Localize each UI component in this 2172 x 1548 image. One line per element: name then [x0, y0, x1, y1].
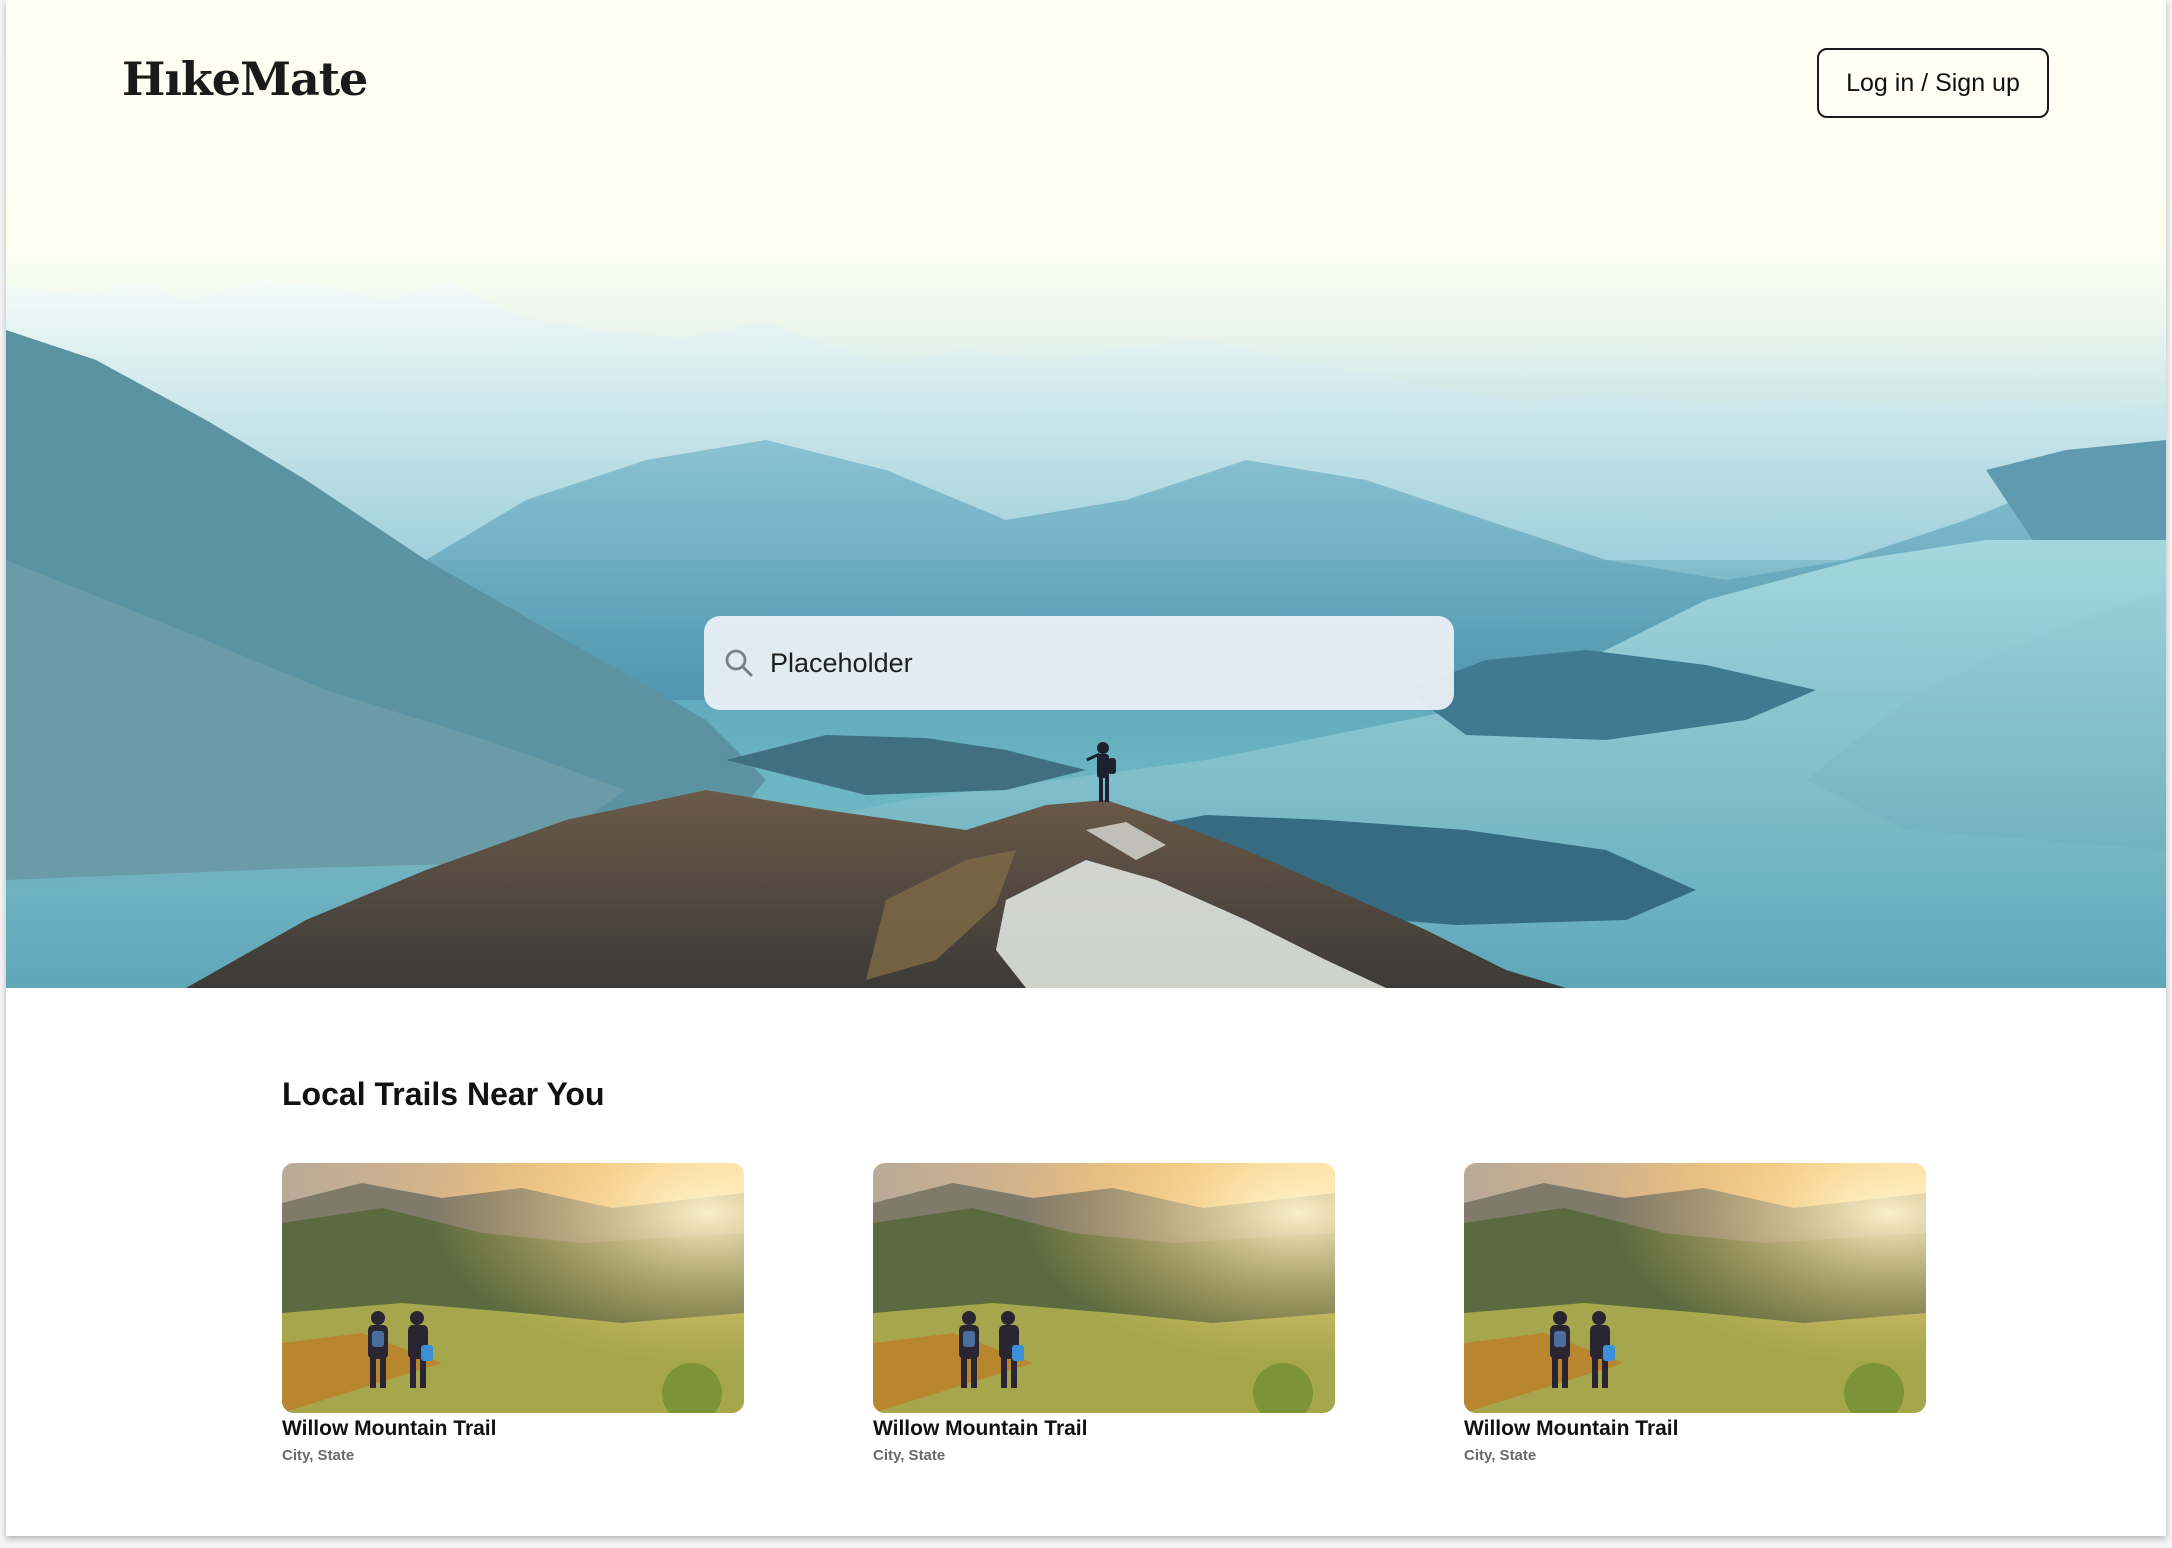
- trail-image: [1464, 1163, 1926, 1413]
- hero-landscape-image: [6, 280, 2166, 988]
- trail-image: [873, 1163, 1335, 1413]
- search-bar[interactable]: [704, 616, 1454, 710]
- search-icon: [725, 649, 753, 677]
- trail-image: [282, 1163, 744, 1413]
- trail-name[interactable]: Willow Mountain Trail: [282, 1417, 744, 1441]
- trail-card[interactable]: Willow Mountain Trail City, State: [1464, 1163, 1926, 1464]
- trail-card[interactable]: Willow Mountain Trail City, State: [282, 1163, 744, 1464]
- trail-name[interactable]: Willow Mountain Trail: [873, 1417, 1335, 1441]
- trail-location: City, State: [873, 1447, 946, 1464]
- trail-name[interactable]: Willow Mountain Trail: [1464, 1417, 1926, 1441]
- login-signup-button[interactable]: Log in / Sign up: [1817, 48, 2049, 118]
- trail-location: City, State: [282, 1447, 355, 1464]
- hero-section: HıkeMate Log in / Sign up: [6, 0, 2166, 988]
- trail-card[interactable]: Willow Mountain Trail City, State: [873, 1163, 1335, 1464]
- search-input[interactable]: [768, 646, 1412, 680]
- page: HıkeMate Log in / Sign up Local Trails N…: [6, 0, 2166, 1536]
- app-logo[interactable]: HıkeMate: [122, 52, 368, 106]
- trail-location: City, State: [1464, 1447, 1537, 1464]
- section-title: Local Trails Near You: [282, 1076, 605, 1112]
